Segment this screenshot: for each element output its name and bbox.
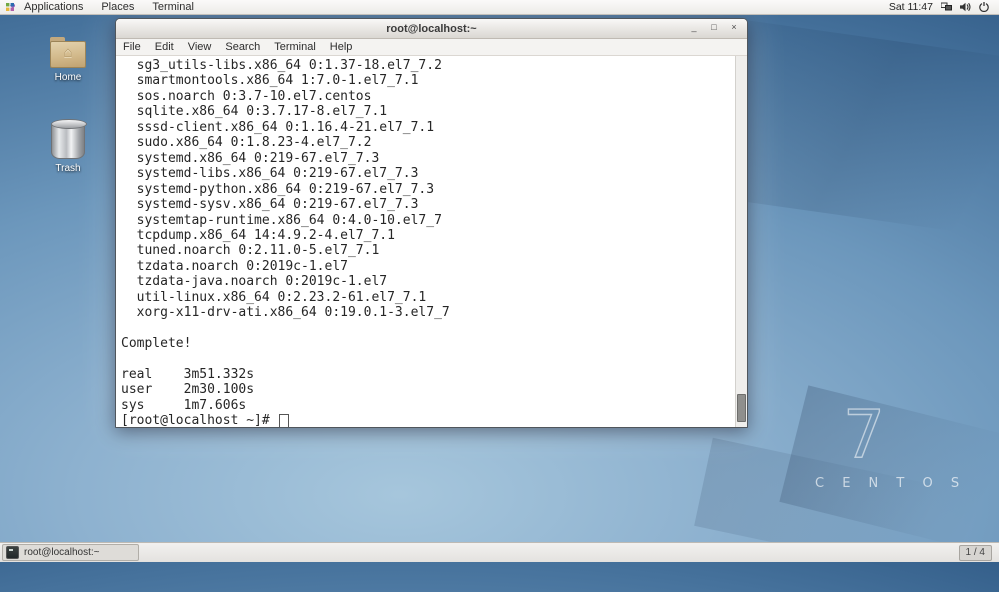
terminal-scrollbar[interactable] xyxy=(735,56,747,427)
terminal-line: xorg-x11-drv-ati.x86_64 0:19.0.1-3.el7_7 xyxy=(121,305,736,320)
window-title: root@localhost:~ xyxy=(116,23,747,35)
terminal-line xyxy=(121,352,736,367)
terminal-line: systemd-libs.x86_64 0:219-67.el7_7.3 xyxy=(121,166,736,181)
terminal-prompt-row: [root@localhost ~]# xyxy=(121,413,736,427)
terminal-menu-item[interactable]: Help xyxy=(323,41,360,53)
workspace-switcher[interactable]: 1 / 4 xyxy=(959,545,992,561)
terminal-line: sys 1m7.606s xyxy=(121,398,736,413)
terminal-window: root@localhost:~ _ □ × FileEditViewSearchT… xyxy=(115,18,748,428)
terminal-line: systemd-python.x86_64 0:219-67.el7_7.3 xyxy=(121,182,736,197)
house-glyph-icon: ⌂ xyxy=(50,44,86,61)
terminal-line: sg3_utils-libs.x86_64 0:1.37-18.el7_7.2 xyxy=(121,58,736,73)
network-icon[interactable] xyxy=(941,2,952,12)
scrollbar-thumb[interactable] xyxy=(737,394,746,422)
window-button[interactable]: □ xyxy=(707,22,721,35)
terminal-menu-item[interactable]: File xyxy=(116,41,148,53)
terminal-icon xyxy=(6,546,19,559)
desktop-icon-label: Home xyxy=(37,72,99,83)
window-button[interactable]: _ xyxy=(687,22,701,35)
home-folder-icon: ⌂ xyxy=(50,41,86,68)
terminal-line: systemd.x86_64 0:219-67.el7_7.3 xyxy=(121,151,736,166)
panel-menu-item[interactable]: Terminal xyxy=(143,1,203,13)
terminal-line: systemd-sysv.x86_64 0:219-67.el7_7.3 xyxy=(121,197,736,212)
terminal-line: sssd-client.x86_64 0:1.16.4-21.el7_7.1 xyxy=(121,120,736,135)
terminal-line: smartmontools.x86_64 1:7.0-1.el7_7.1 xyxy=(121,73,736,88)
panel-menu-item[interactable]: Applications xyxy=(15,1,92,13)
desktop-icon-trash[interactable]: Trash xyxy=(37,121,99,174)
terminal-cursor xyxy=(279,414,289,427)
terminal-menu-item[interactable]: Edit xyxy=(148,41,181,53)
terminal-line: tzdata.noarch 0:2019c-1.el7 xyxy=(121,259,736,274)
terminal-line xyxy=(121,321,736,336)
terminal-line: sudo.x86_64 0:1.8.23-4.el7_7.2 xyxy=(121,135,736,150)
volume-icon[interactable] xyxy=(960,2,971,12)
taskbar-window-label: root@localhost:~ xyxy=(24,547,99,558)
terminal-line: tcpdump.x86_64 14:4.9.2-4.el7_7.1 xyxy=(121,228,736,243)
desktop-icon-home[interactable]: ⌂ Home xyxy=(37,41,99,83)
window-button[interactable]: × xyxy=(727,22,741,35)
terminal-menu-item[interactable]: View xyxy=(181,41,219,53)
terminal-line: real 3m51.332s xyxy=(121,367,736,382)
desktop-icon-label: Trash xyxy=(37,163,99,174)
taskbar-window-button[interactable]: root@localhost:~ xyxy=(2,544,139,561)
terminal-line: tzdata-java.noarch 0:2019c-1.el7 xyxy=(121,274,736,289)
terminal-line: Complete! xyxy=(121,336,736,351)
power-icon[interactable] xyxy=(979,2,989,12)
centos-logo-icon xyxy=(5,2,15,12)
terminal-line: sos.noarch 0:3.7-10.el7.centos xyxy=(121,89,736,104)
trash-icon xyxy=(51,121,85,159)
top-panel: ApplicationsPlacesTerminal Sat 11:47 xyxy=(0,0,999,15)
shell-prompt: [root@localhost ~]# xyxy=(121,413,278,427)
terminal-line: util-linux.x86_64 0:2.23.2-61.el7_7.1 xyxy=(121,290,736,305)
terminal-line: systemtap-runtime.x86_64 0:4.0-10.el7_7 xyxy=(121,213,736,228)
clock[interactable]: Sat 11:47 xyxy=(889,1,933,13)
terminal-titlebar[interactable]: root@localhost:~ _ □ × xyxy=(116,19,747,39)
panel-menu-item[interactable]: Places xyxy=(92,1,143,13)
terminal-line: user 2m30.100s xyxy=(121,382,736,397)
terminal-line: tuned.noarch 0:2.11.0-5.el7_7.1 xyxy=(121,243,736,258)
terminal-content[interactable]: sg3_utils-libs.x86_64 0:1.37-18.el7_7.2 … xyxy=(116,56,747,427)
terminal-line: sqlite.x86_64 0:3.7.17-8.el7_7.1 xyxy=(121,104,736,119)
terminal-menu-item[interactable]: Terminal xyxy=(267,41,323,53)
centos-watermark-brand: C E N T O S xyxy=(815,476,966,491)
terminal-menu-item[interactable]: Search xyxy=(218,41,267,53)
centos-watermark-numeral: 7 xyxy=(843,404,885,466)
bottom-panel: root@localhost:~ 1 / 4 xyxy=(0,542,999,562)
wallpaper-shadow-ray xyxy=(779,385,999,564)
terminal-menubar: FileEditViewSearchTerminalHelp xyxy=(116,39,747,56)
